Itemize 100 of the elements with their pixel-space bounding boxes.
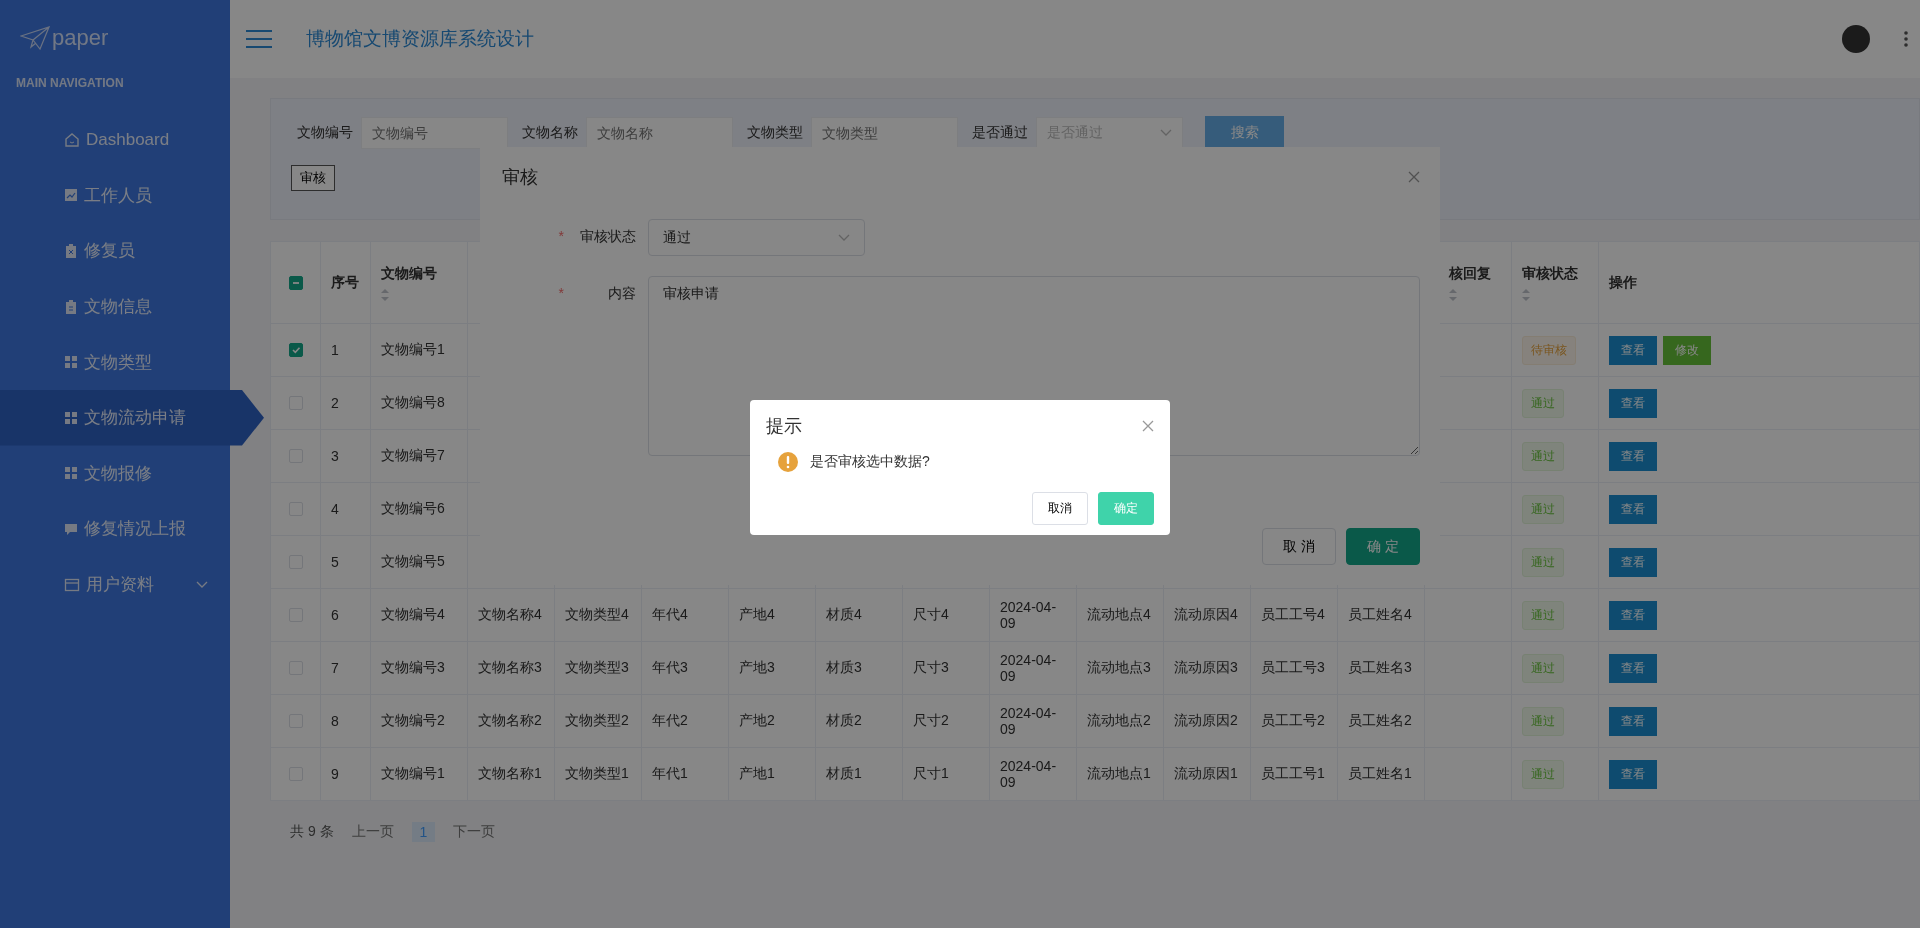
- sidebar-item[interactable]: 文物类型: [0, 334, 230, 390]
- table-cell: 文物名称2: [468, 695, 555, 748]
- view-button[interactable]: 查看: [1609, 759, 1657, 789]
- view-button[interactable]: 查看: [1609, 494, 1657, 524]
- checkbox[interactable]: [288, 275, 303, 290]
- required-mark: *: [558, 285, 564, 301]
- grid-icon: [64, 355, 78, 370]
- column-header: 文物编号: [381, 264, 437, 283]
- table-cell: 3: [321, 430, 371, 483]
- table-cell: 材质1: [816, 748, 903, 801]
- confirm-button[interactable]: 确 定: [1346, 528, 1420, 565]
- search-button[interactable]: 搜索: [1205, 116, 1284, 149]
- sort-icon[interactable]: [381, 288, 389, 301]
- chat-icon: [64, 521, 78, 536]
- table-cell: 尺寸4: [903, 589, 990, 642]
- section-heading: MAIN NAVIGATION: [15, 76, 125, 92]
- view-button[interactable]: 查看: [1609, 441, 1657, 471]
- table-cell: 文物编号7: [371, 430, 468, 483]
- input-field[interactable]: 文物名称: [586, 116, 733, 149]
- cancel-button[interactable]: 取 消: [1262, 528, 1336, 565]
- input-field[interactable]: 文物编号: [361, 116, 508, 149]
- next-page-link[interactable]: 下一页: [449, 821, 500, 843]
- sidebar-item[interactable]: 修复员: [0, 223, 230, 279]
- more-icon[interactable]: [1904, 31, 1908, 47]
- table-cell: 尺寸2: [903, 695, 990, 748]
- sidebar-item-label: 文物流动申请: [84, 407, 186, 430]
- table-cell: 流动原因3: [1164, 642, 1251, 695]
- field-label: 是否通过: [972, 123, 1028, 142]
- close-icon[interactable]: [1142, 420, 1154, 432]
- logo-text: paper: [52, 25, 109, 51]
- field-label: 文物编号: [297, 123, 353, 142]
- sidebar-item[interactable]: 修复情况上报: [0, 501, 230, 557]
- table-cell: 2024-04-09: [990, 695, 1077, 748]
- table-cell: 员工工号4: [1251, 589, 1338, 642]
- table-cell: 文物编号1: [371, 748, 468, 801]
- sidebar-item[interactable]: 文物流动申请: [0, 389, 264, 446]
- table-cell: 员工姓名2: [1338, 695, 1425, 748]
- required-mark: *: [558, 228, 564, 244]
- column-header: 序号: [331, 273, 359, 292]
- edit-button[interactable]: 修改: [1663, 335, 1711, 365]
- table-cell: 材质4: [816, 589, 903, 642]
- table-cell: 文物编号5: [371, 536, 468, 589]
- sidebar-item[interactable]: Dashboard: [0, 112, 230, 168]
- table-cell: 员工姓名4: [1338, 589, 1425, 642]
- column-header: 核回复: [1449, 264, 1491, 283]
- table-cell: 流动原因4: [1164, 589, 1251, 642]
- status-tag: 通过: [1522, 441, 1564, 471]
- table-cell: 流动地点1: [1077, 748, 1164, 801]
- paper-plane-icon: [20, 26, 50, 50]
- sort-icon[interactable]: [1449, 288, 1457, 301]
- menu-icon[interactable]: [246, 30, 272, 48]
- grid-icon: [64, 466, 78, 481]
- status-tag: 通过: [1522, 494, 1564, 524]
- table-cell: 7: [321, 642, 371, 695]
- table-cell: 员工工号2: [1251, 695, 1338, 748]
- chart-icon: [64, 188, 78, 203]
- sidebar-item-label: 用户资料: [86, 574, 154, 597]
- view-button[interactable]: 查看: [1609, 653, 1657, 683]
- table-cell: 6: [321, 589, 371, 642]
- status-tag: 通过: [1522, 547, 1564, 577]
- input-field[interactable]: 文物类型: [811, 116, 958, 149]
- field-label: 文物名称: [522, 123, 578, 142]
- cancel-button[interactable]: 取消: [1032, 492, 1088, 525]
- sort-icon[interactable]: [1522, 288, 1530, 301]
- check-icon: [290, 345, 301, 355]
- status-tag: 通过: [1522, 388, 1564, 418]
- sidebar-item[interactable]: 文物信息: [0, 278, 230, 335]
- status-tag: 待审核: [1522, 335, 1576, 365]
- page-title: 博物馆文博资源库系统设计: [306, 27, 534, 51]
- sidebar-item[interactable]: 用户资料: [0, 556, 230, 613]
- close-icon[interactable]: [1408, 171, 1420, 183]
- confirm-button[interactable]: 确定: [1098, 492, 1154, 525]
- view-button[interactable]: 查看: [1609, 335, 1657, 365]
- table-cell: 文物编号4: [371, 589, 468, 642]
- status-tag: 通过: [1522, 600, 1564, 630]
- table-cell: 2: [321, 377, 371, 430]
- dialog-title: 提示: [766, 415, 802, 438]
- table-cell: 2024-04-09: [990, 589, 1077, 642]
- table-cell: 员工姓名1: [1338, 748, 1425, 801]
- sidebar-item[interactable]: 文物报修: [0, 445, 230, 502]
- status-tag: 通过: [1522, 653, 1564, 683]
- sidebar-item-label: Dashboard: [86, 129, 170, 150]
- checkbox[interactable]: [288, 343, 303, 357]
- view-button[interactable]: 查看: [1609, 706, 1657, 736]
- view-button[interactable]: 查看: [1609, 388, 1657, 418]
- sidebar-item-label: 修复情况上报: [84, 518, 186, 541]
- select-field[interactable]: 通过: [648, 219, 865, 256]
- page-number[interactable]: 1: [411, 822, 436, 842]
- table-cell: 材质2: [816, 695, 903, 748]
- table-cell: 年代4: [642, 589, 729, 642]
- review-button[interactable]: 审核: [291, 165, 335, 191]
- table-cell: 员工工号3: [1251, 642, 1338, 695]
- sidebar-item-label: 文物报修: [84, 462, 152, 485]
- avatar[interactable]: [1842, 25, 1870, 53]
- table-cell: 2024-04-09: [990, 748, 1077, 801]
- view-button[interactable]: 查看: [1609, 547, 1657, 577]
- view-button[interactable]: 查看: [1609, 600, 1657, 630]
- dialog-message: 是否审核选中数据?: [810, 453, 930, 471]
- sidebar-item[interactable]: 工作人员: [0, 167, 230, 224]
- table-cell: 文物名称3: [468, 642, 555, 695]
